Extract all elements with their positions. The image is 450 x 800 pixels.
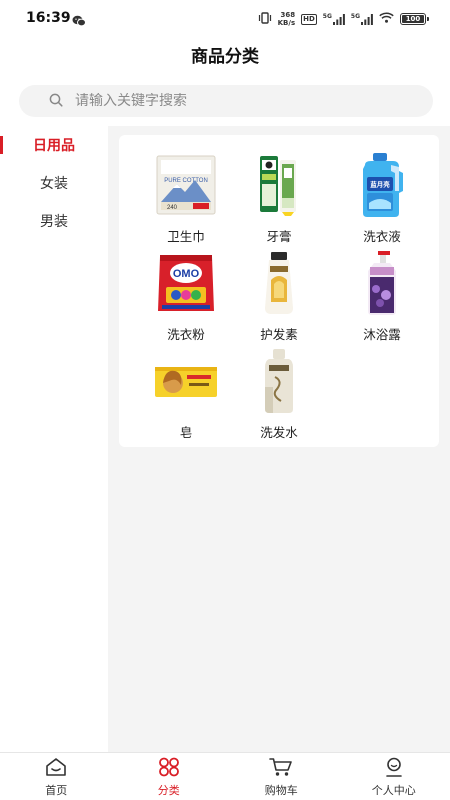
product-item-shampoo[interactable]: 洗发水 <box>227 345 331 443</box>
product-item-toothpaste[interactable]: 牙膏 <box>227 149 331 247</box>
sim2-label: 5G <box>350 12 360 20</box>
pad-brand-text: PURE COTTON <box>164 178 208 184</box>
battery-level: 100 <box>405 15 421 23</box>
signal-icon-sim1: 5G <box>322 12 345 25</box>
cart-icon <box>269 757 293 781</box>
product-item-soap[interactable]: 皂 <box>134 345 238 443</box>
tab-label: 购物车 <box>264 784 298 797</box>
category-sidebar: 日用品 女装 男装 <box>0 126 108 752</box>
product-item-sanitary-pad[interactable]: PURE COTTON 240 卫生巾 <box>134 149 238 247</box>
network-speed: 368 KB/s <box>278 11 295 27</box>
search-bar[interactable] <box>19 85 433 117</box>
search-icon <box>49 92 63 111</box>
wifi-icon <box>379 12 394 26</box>
home-icon <box>45 757 67 781</box>
hd-badge: HD <box>301 13 317 25</box>
product-item-laundry-detergent[interactable]: 蓝月亮 洗衣液 <box>330 149 434 247</box>
product-name: 牙膏 <box>266 229 292 244</box>
product-name: 沐浴露 <box>363 327 401 342</box>
powder-brand-text: OMO <box>173 268 200 280</box>
sidebar-item-label: 女装 <box>40 176 68 192</box>
product-name: 护发素 <box>260 327 298 342</box>
vibrate-icon <box>258 11 272 27</box>
product-name: 洗衣液 <box>363 229 401 244</box>
sim1-label: 5G <box>322 12 332 20</box>
product-content-area: PURE COTTON 240 卫生巾 牙膏 蓝月亮 洗衣液 OMO 洗衣粉 护… <box>108 126 450 752</box>
laundry-detergent-image: 蓝月亮 <box>345 149 419 221</box>
product-name: 洗衣粉 <box>167 327 205 342</box>
product-name: 洗发水 <box>260 425 298 440</box>
tab-category[interactable]: 分类 <box>113 753 226 800</box>
battery-icon: 100 <box>400 13 429 25</box>
shampoo-image <box>242 345 316 417</box>
tab-label: 分类 <box>157 784 180 797</box>
search-input[interactable] <box>75 93 415 109</box>
status-bar: 16:39 368 KB/s HD 5G 5G 100 <box>0 0 450 36</box>
status-indicators: 368 KB/s HD 5G 5G 100 <box>258 10 429 28</box>
product-grid: PURE COTTON 240 卫生巾 牙膏 蓝月亮 洗衣液 OMO 洗衣粉 护… <box>119 135 439 447</box>
signal-icon-sim2: 5G <box>350 12 373 25</box>
product-name: 卫生巾 <box>167 229 205 244</box>
page-title: 商品分类 <box>191 47 259 67</box>
net-speed-value: 368 <box>280 11 296 19</box>
net-speed-unit: KB/s <box>277 19 296 27</box>
tab-cart[interactable]: 购物车 <box>225 753 338 800</box>
product-name: 皂 <box>179 425 193 440</box>
washing-powder-image: OMO <box>149 247 223 319</box>
sidebar-item-daily-goods[interactable]: 日用品 <box>0 126 108 164</box>
soap-image <box>149 345 223 417</box>
sidebar-item-womens-wear[interactable]: 女装 <box>0 164 108 202</box>
body-wash-image <box>345 247 419 319</box>
sidebar-item-label: 男装 <box>40 214 68 230</box>
wechat-icon <box>72 12 86 31</box>
tab-label: 个人中心 <box>371 784 416 797</box>
sanitary-pad-image: PURE COTTON 240 <box>149 149 223 221</box>
tab-home[interactable]: 首页 <box>0 753 113 800</box>
bottom-tab-bar: 首页 分类 购物车 个人中心 <box>0 752 450 800</box>
product-item-conditioner[interactable]: 护发素 <box>227 247 331 345</box>
sidebar-item-label: 日用品 <box>33 138 75 154</box>
product-item-washing-powder[interactable]: OMO 洗衣粉 <box>134 247 238 345</box>
pad-count-text: 240 <box>167 205 178 211</box>
product-item-body-wash[interactable]: 沐浴露 <box>330 247 434 345</box>
tab-profile[interactable]: 个人中心 <box>338 753 450 800</box>
sidebar-item-mens-wear[interactable]: 男装 <box>0 202 108 240</box>
category-icon <box>158 757 180 781</box>
conditioner-image <box>242 247 316 319</box>
detergent-brand-text: 蓝月亮 <box>370 180 390 189</box>
status-time: 16:39 <box>26 10 71 26</box>
tab-label: 首页 <box>45 784 68 797</box>
toothpaste-image <box>242 149 316 221</box>
profile-icon <box>383 757 405 781</box>
